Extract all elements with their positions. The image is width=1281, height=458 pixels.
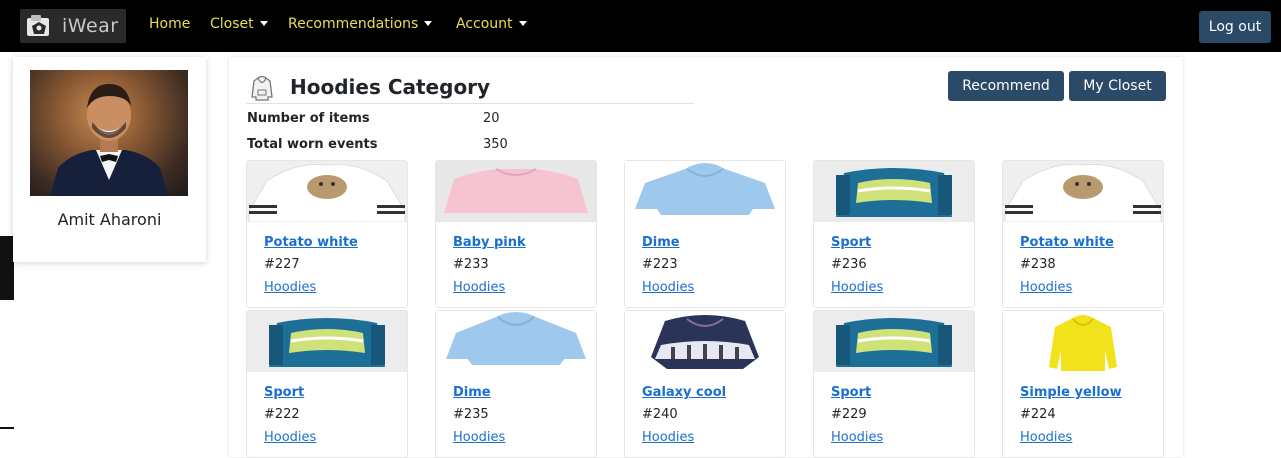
brand-logo[interactable]: iWear bbox=[20, 9, 126, 43]
item-id: #238 bbox=[1020, 257, 1056, 272]
nav-closet-label: Closet bbox=[210, 16, 254, 32]
galaxy-hoodie-image[interactable] bbox=[625, 311, 785, 372]
item-name-link[interactable]: Sport bbox=[264, 385, 304, 400]
item-name-link[interactable]: Baby pink bbox=[453, 235, 526, 250]
item-category-link[interactable]: Hoodies bbox=[642, 430, 694, 445]
nav-recommendations-dropdown[interactable]: Recommendations bbox=[288, 16, 433, 32]
side-divider bbox=[0, 427, 14, 429]
item-name-link[interactable]: Sport bbox=[831, 385, 871, 400]
item-id: #227 bbox=[264, 257, 300, 272]
caret-down-icon bbox=[424, 20, 433, 26]
item-id: #222 bbox=[264, 407, 300, 422]
recommend-button[interactable]: Recommend bbox=[948, 71, 1064, 101]
item-card[interactable]: Potato white #227 Hoodies bbox=[246, 160, 408, 308]
yellow-hoodie-image[interactable] bbox=[1003, 311, 1163, 372]
item-id: #235 bbox=[453, 407, 489, 422]
item-category-link[interactable]: Hoodies bbox=[1020, 280, 1072, 295]
nav-home-link[interactable]: Home bbox=[149, 16, 190, 32]
item-category-link[interactable]: Hoodies bbox=[642, 280, 694, 295]
hoodie-icon bbox=[251, 75, 273, 101]
item-card[interactable]: Dime #223 Hoodies bbox=[624, 160, 786, 308]
item-card[interactable]: Potato white #238 Hoodies bbox=[1002, 160, 1164, 308]
item-name-link[interactable]: Simple yellow bbox=[1020, 385, 1122, 400]
item-name-link[interactable]: Potato white bbox=[264, 235, 358, 250]
item-category-link[interactable]: Hoodies bbox=[831, 280, 883, 295]
title-divider bbox=[246, 103, 694, 104]
item-card[interactable]: Sport #236 Hoodies bbox=[813, 160, 975, 308]
item-card[interactable]: Sport #222 Hoodies bbox=[246, 310, 408, 458]
pink-hoodie-image[interactable] bbox=[436, 161, 596, 222]
light-blue-hoodie-image[interactable] bbox=[436, 311, 596, 372]
white-hoodie-image[interactable] bbox=[247, 161, 407, 222]
item-card[interactable]: Dime #235 Hoodies bbox=[435, 310, 597, 458]
side-fragment bbox=[0, 236, 14, 300]
stat-label-worn: Total worn events bbox=[247, 137, 378, 152]
item-category-link[interactable]: Hoodies bbox=[264, 430, 316, 445]
item-category-link[interactable]: Hoodies bbox=[264, 280, 316, 295]
item-category-link[interactable]: Hoodies bbox=[453, 430, 505, 445]
item-category-link[interactable]: Hoodies bbox=[453, 280, 505, 295]
brand-name: iWear bbox=[62, 15, 119, 37]
stat-value-worn: 350 bbox=[483, 137, 508, 152]
item-id: #223 bbox=[642, 257, 678, 272]
item-card[interactable]: Sport #229 Hoodies bbox=[813, 310, 975, 458]
item-category-link[interactable]: Hoodies bbox=[831, 430, 883, 445]
sport-hoodie-image[interactable] bbox=[814, 311, 974, 372]
profile-photo bbox=[30, 70, 188, 196]
item-name-link[interactable]: Potato white bbox=[1020, 235, 1114, 250]
light-blue-hoodie-image[interactable] bbox=[625, 161, 785, 222]
caret-down-icon bbox=[518, 20, 527, 26]
item-id: #240 bbox=[642, 407, 678, 422]
caret-down-icon bbox=[259, 20, 268, 26]
item-id: #224 bbox=[1020, 407, 1056, 422]
profile-card: Amit Aharoni bbox=[13, 57, 206, 262]
item-card[interactable]: Baby pink #233 Hoodies bbox=[435, 160, 597, 308]
logout-button[interactable]: Log out bbox=[1199, 11, 1271, 43]
top-navbar: iWear Home Closet Recommendations Accoun… bbox=[0, 0, 1281, 52]
hanger-logo-icon bbox=[27, 15, 49, 36]
stat-value-items: 20 bbox=[483, 111, 500, 126]
stat-label-items: Number of items bbox=[247, 111, 370, 126]
item-name-link[interactable]: Sport bbox=[831, 235, 871, 250]
item-category-link[interactable]: Hoodies bbox=[1020, 430, 1072, 445]
item-id: #236 bbox=[831, 257, 867, 272]
item-name-link[interactable]: Dime bbox=[453, 385, 491, 400]
avatar-portrait bbox=[50, 84, 168, 196]
profile-name: Amit Aharoni bbox=[57, 210, 162, 229]
item-card[interactable]: Simple yellow #224 Hoodies bbox=[1002, 310, 1164, 458]
nav-account-label: Account bbox=[456, 16, 513, 32]
sport-hoodie-image[interactable] bbox=[247, 311, 407, 372]
sport-hoodie-image[interactable] bbox=[814, 161, 974, 222]
white-hoodie-image[interactable] bbox=[1003, 161, 1163, 222]
item-id: #233 bbox=[453, 257, 489, 272]
item-card[interactable]: Galaxy cool #240 Hoodies bbox=[624, 310, 786, 458]
item-name-link[interactable]: Galaxy cool bbox=[642, 385, 726, 400]
category-title: Hoodies Category bbox=[290, 75, 491, 99]
item-name-link[interactable]: Dime bbox=[642, 235, 680, 250]
nav-account-dropdown[interactable]: Account bbox=[456, 16, 527, 32]
nav-recommendations-label: Recommendations bbox=[288, 16, 419, 32]
my-closet-button[interactable]: My Closet bbox=[1069, 71, 1166, 101]
nav-closet-dropdown[interactable]: Closet bbox=[210, 16, 268, 32]
item-id: #229 bbox=[831, 407, 867, 422]
